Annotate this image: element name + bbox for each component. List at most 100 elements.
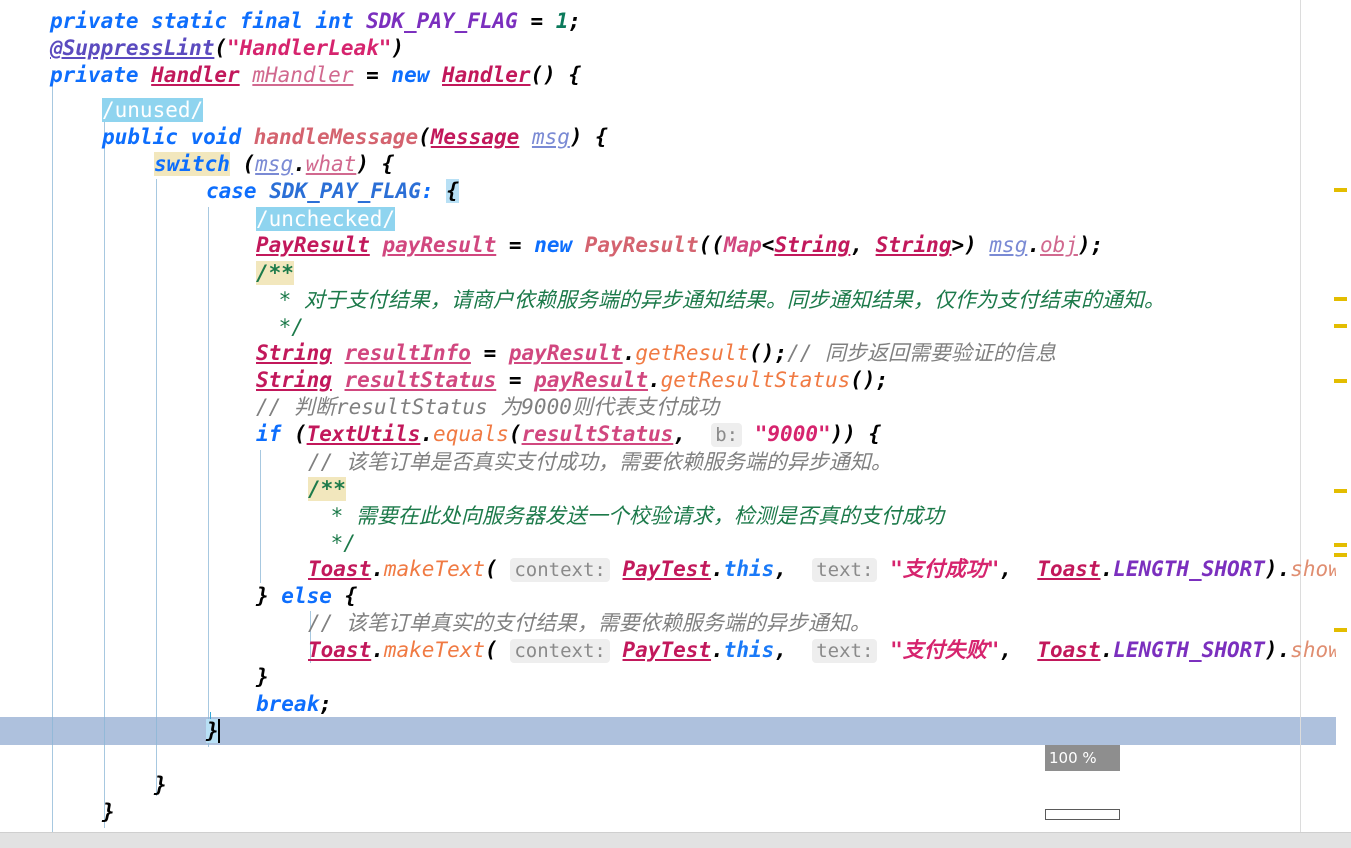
code-token: LENGTH_SHORT [1113,638,1265,662]
code-line[interactable]: public void handleMessage(Message msg) { [0,124,608,151]
code-token: (( [698,233,724,257]
code-token: PayTest [622,557,712,581]
code-token: = [496,368,535,392]
code-line[interactable]: Toast.makeText( context: PayTest.this, t… [0,637,1351,664]
warning-marker-4[interactable] [1334,489,1347,493]
code-token: = [353,63,392,87]
code-token: ( [485,638,498,662]
code-token: . [1100,638,1114,662]
code-token: = [470,341,509,365]
code-token: case [206,179,270,203]
code-token: = [496,233,535,257]
code-line[interactable]: // 判断resultStatus 为9000则代表支付成功 [0,394,719,421]
code-line[interactable]: /** [0,260,294,287]
warning-marker-1[interactable] [1334,297,1347,301]
code-line[interactable]: */ [0,314,304,341]
code-token: , [999,557,1038,581]
code-text-layer[interactable]: private static final int SDK_PAY_FLAG = … [0,0,1351,832]
code-line[interactable]: @SuppressLint("HandlerLeak") [0,35,404,62]
code-token: getResultStatus [660,368,851,392]
code-token: payResult [534,368,648,392]
code-token: ) [391,36,405,60]
code-token: ); [1077,233,1104,257]
code-token: Message [430,125,520,149]
code-line[interactable]: } else { [0,583,357,610]
code-token: */ [318,531,356,555]
code-token: Handler [442,63,531,87]
code-line[interactable]: */ [0,530,356,557]
code-line[interactable]: } [0,664,269,691]
code-token: obj [1040,233,1078,257]
code-token: @SuppressLint [50,36,215,60]
code-token: else [281,584,332,608]
code-token: (); [850,368,889,392]
code-token: ( [293,422,307,446]
code-token: ( [485,557,498,581]
code-token: makeText [383,557,486,581]
code-line[interactable]: case SDK_PAY_FLAG: { [0,178,459,205]
code-editor[interactable]: private static final int SDK_PAY_FLAG = … [0,0,1351,832]
code-token: int [315,9,367,33]
code-line[interactable]: Toast.makeText( context: PayTest.this, t… [0,556,1351,583]
code-token: { [331,584,358,608]
code-line[interactable]: * 对于支付结果，请商户依赖服务端的异步通知结果。同步通知结果，仅作为支付结束的… [0,287,1165,314]
code-token: . [371,638,384,662]
code-line[interactable]: // 该笔订单真实的支付结果，需要依赖服务端的异步通知。 [0,610,871,637]
code-line[interactable]: } [0,718,219,745]
code-line[interactable]: if (TextUtils.equals(resultStatus, b: "9… [0,421,881,448]
code-token: , [774,557,813,581]
warning-marker-2[interactable] [1334,324,1347,328]
code-line[interactable]: String resultInfo = payResult.getResult(… [0,340,1056,367]
code-line[interactable]: // 该笔订单是否真实支付成功，需要依赖服务端的异步通知。 [0,449,892,476]
code-line[interactable]: String resultStatus = payResult.getResul… [0,367,888,394]
code-line[interactable]: private Handler mHandler = new Handler()… [0,62,581,89]
code-line[interactable]: private static final int SDK_PAY_FLAG = … [0,8,581,35]
code-token: payResult [382,233,497,257]
warning-marker-0[interactable] [1334,188,1347,192]
warning-marker-7[interactable] [1334,628,1347,632]
code-token: Toast [1037,557,1101,581]
code-line[interactable]: /** [0,476,346,503]
code-line[interactable]: switch (msg.what) { [0,151,394,178]
zoom-slider[interactable] [1045,809,1120,820]
code-line[interactable]: PayResult payResult = new PayResult((Map… [0,232,1103,259]
code-line[interactable]: /unchecked/ [0,206,396,233]
zoom-slider-thumb[interactable] [1047,811,1050,818]
code-line[interactable]: } [0,799,115,826]
code-token: >) [951,233,990,257]
code-token: resultStatus [521,422,674,446]
code-token: equals [433,422,509,446]
code-token: show [1290,557,1341,581]
error-stripe-gutter[interactable] [1336,0,1351,832]
code-token: // 该笔订单真实的支付结果，需要依赖服务端的异步通知。 [308,611,871,635]
code-token: new [534,233,585,257]
code-token: , [673,422,712,446]
warning-marker-6[interactable] [1334,553,1347,557]
code-token: * 需要在此处向服务器发送一个校验请求，检测是否真的支付成功 [318,504,944,528]
code-line[interactable]: } [0,772,167,799]
code-token: Toast [1037,638,1101,662]
code-token: . [371,557,384,581]
warning-marker-5[interactable] [1334,543,1347,547]
code-token: = [517,9,556,33]
code-token: text: [812,639,878,663]
code-line[interactable]: /unused/ [0,97,204,124]
code-token: } [256,665,269,689]
code-token: . [622,341,636,365]
code-token: private [50,63,152,87]
code-line[interactable]: break; [0,691,332,718]
code-token: final [239,9,316,33]
code-line[interactable]: * 需要在此处向服务器发送一个校验请求，检测是否真的支付成功 [0,503,944,530]
code-token: this [723,638,775,662]
zoom-level-tooltip: 100 % [1045,745,1120,771]
warning-marker-3[interactable] [1334,379,1347,383]
code-token: SDK_PAY_FLAG [269,179,421,203]
code-token: getResult [635,341,750,365]
code-token: what [305,152,357,176]
